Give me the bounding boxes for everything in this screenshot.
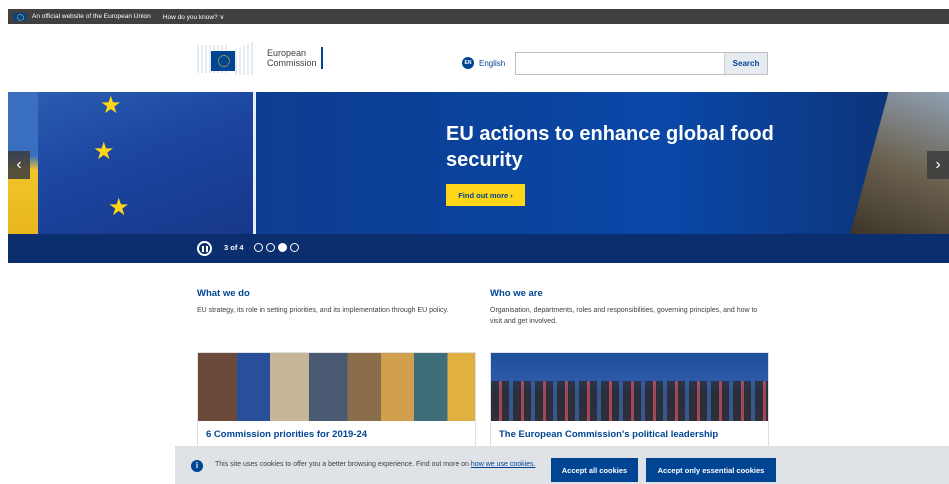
language-selector[interactable]: EN English (462, 57, 505, 69)
logo-line2: Commission (267, 58, 317, 68)
what-we-do-link[interactable]: What we do (197, 288, 477, 299)
logo-divider (320, 47, 323, 69)
eu-flag-icon (14, 12, 26, 21)
info-icon: i (191, 460, 203, 472)
logo-line1: European (267, 48, 307, 58)
official-website-text: An official website of the European Unio… (32, 13, 151, 20)
cookie-banner: i This site uses cookies to offer you a … (175, 446, 949, 484)
carousel-controls: 3 of 4 (8, 234, 949, 263)
pause-icon[interactable] (197, 241, 212, 256)
what-we-do-section: What we do EU strategy, its role in sett… (197, 288, 477, 316)
european-commission-logo[interactable]: European Commission (197, 41, 323, 75)
hero-title: EU actions to enhance global food securi… (446, 123, 774, 171)
who-we-are-section: Who we are Organisation, departments, ro… (490, 288, 770, 327)
priorities-card-title[interactable]: 6 Commission priorities for 2019-24 (198, 421, 475, 440)
who-we-are-description: Organisation, departments, roles and res… (490, 307, 758, 325)
slide-dot-3[interactable] (278, 243, 287, 252)
leadership-card[interactable]: The European Commission's political lead… (490, 352, 769, 452)
leadership-image (491, 353, 768, 421)
eu-flag-image: ★ ★ ★ (8, 92, 253, 234)
search-button[interactable]: Search (724, 53, 767, 74)
priorities-card[interactable]: 6 Commission priorities for 2019-24 (197, 352, 476, 452)
next-slide-button[interactable]: › (927, 151, 949, 179)
logo-text: European Commission (267, 48, 317, 68)
language-label: English (479, 58, 506, 68)
search-input[interactable] (516, 53, 724, 74)
cookie-message: This site uses cookies to offer you a be… (215, 460, 545, 470)
previous-slide-button[interactable]: ‹ (8, 151, 30, 179)
how-do-you-know-toggle[interactable]: How do you know? ∨ (163, 13, 224, 21)
accept-all-cookies-button[interactable]: Accept all cookies (551, 458, 638, 482)
slide-indicators (254, 243, 299, 252)
slide-dot-4[interactable] (290, 243, 299, 252)
slide-counter: 3 of 4 (224, 243, 244, 252)
official-eu-bar: An official website of the European Unio… (8, 9, 949, 24)
leadership-card-title[interactable]: The European Commission's political lead… (491, 421, 768, 440)
find-out-more-button[interactable]: Find out more › (446, 184, 525, 206)
slide-dot-2[interactable] (266, 243, 275, 252)
hero-carousel: ★ ★ ★ EU actions to enhance global food … (8, 92, 949, 234)
star-icon: ★ (93, 138, 115, 165)
ec-logo-icon (197, 41, 259, 75)
star-icon: ★ (100, 92, 122, 119)
star-icon: ★ (108, 194, 130, 221)
language-bubble-icon: EN (462, 57, 474, 69)
cookie-policy-link[interactable]: how we use cookies. (471, 461, 536, 468)
cookie-message-text: This site uses cookies to offer you a be… (215, 461, 471, 468)
what-we-do-description: EU strategy, its role in setting priorit… (197, 307, 449, 314)
hero-divider (253, 92, 256, 234)
accept-essential-cookies-button[interactable]: Accept only essential cookies (646, 458, 776, 482)
priorities-image (198, 353, 475, 421)
slide-dot-1[interactable] (254, 243, 263, 252)
who-we-are-link[interactable]: Who we are (490, 288, 770, 299)
search-box: Search (515, 52, 768, 75)
